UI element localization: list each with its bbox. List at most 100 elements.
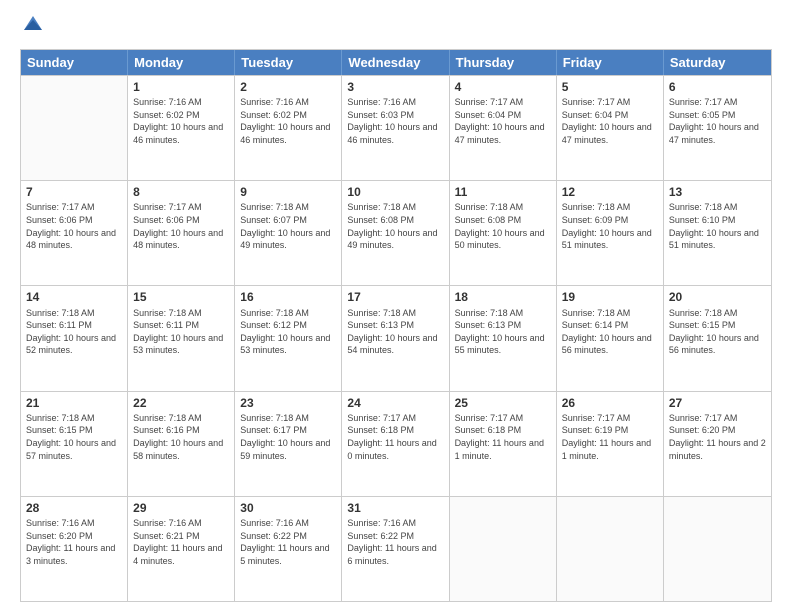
day-info: Sunrise: 7:18 AMSunset: 6:12 PMDaylight:… bbox=[240, 307, 336, 357]
day-info: Sunrise: 7:16 AMSunset: 6:02 PMDaylight:… bbox=[133, 96, 229, 146]
table-row: 9Sunrise: 7:18 AMSunset: 6:07 PMDaylight… bbox=[235, 181, 342, 285]
day-number: 1 bbox=[133, 79, 229, 95]
day-info: Sunrise: 7:18 AMSunset: 6:15 PMDaylight:… bbox=[669, 307, 766, 357]
table-row: 1Sunrise: 7:16 AMSunset: 6:02 PMDaylight… bbox=[128, 76, 235, 180]
calendar-row: 28Sunrise: 7:16 AMSunset: 6:20 PMDayligh… bbox=[21, 496, 771, 601]
cal-header-cell: Sunday bbox=[21, 50, 128, 75]
cal-header-cell: Saturday bbox=[664, 50, 771, 75]
cal-header-cell: Monday bbox=[128, 50, 235, 75]
table-row: 30Sunrise: 7:16 AMSunset: 6:22 PMDayligh… bbox=[235, 497, 342, 601]
logo bbox=[20, 16, 44, 39]
table-row: 8Sunrise: 7:17 AMSunset: 6:06 PMDaylight… bbox=[128, 181, 235, 285]
day-number: 12 bbox=[562, 184, 658, 200]
day-number: 29 bbox=[133, 500, 229, 516]
table-row: 5Sunrise: 7:17 AMSunset: 6:04 PMDaylight… bbox=[557, 76, 664, 180]
table-row: 28Sunrise: 7:16 AMSunset: 6:20 PMDayligh… bbox=[21, 497, 128, 601]
table-row: 4Sunrise: 7:17 AMSunset: 6:04 PMDaylight… bbox=[450, 76, 557, 180]
table-row: 14Sunrise: 7:18 AMSunset: 6:11 PMDayligh… bbox=[21, 286, 128, 390]
day-info: Sunrise: 7:18 AMSunset: 6:09 PMDaylight:… bbox=[562, 201, 658, 251]
day-info: Sunrise: 7:18 AMSunset: 6:08 PMDaylight:… bbox=[347, 201, 443, 251]
day-info: Sunrise: 7:18 AMSunset: 6:14 PMDaylight:… bbox=[562, 307, 658, 357]
day-info: Sunrise: 7:18 AMSunset: 6:15 PMDaylight:… bbox=[26, 412, 122, 462]
day-info: Sunrise: 7:18 AMSunset: 6:17 PMDaylight:… bbox=[240, 412, 336, 462]
day-info: Sunrise: 7:18 AMSunset: 6:11 PMDaylight:… bbox=[133, 307, 229, 357]
day-info: Sunrise: 7:18 AMSunset: 6:07 PMDaylight:… bbox=[240, 201, 336, 251]
day-number: 4 bbox=[455, 79, 551, 95]
day-info: Sunrise: 7:16 AMSunset: 6:20 PMDaylight:… bbox=[26, 517, 122, 567]
day-number: 7 bbox=[26, 184, 122, 200]
header bbox=[20, 16, 772, 39]
table-row: 22Sunrise: 7:18 AMSunset: 6:16 PMDayligh… bbox=[128, 392, 235, 496]
day-info: Sunrise: 7:17 AMSunset: 6:06 PMDaylight:… bbox=[26, 201, 122, 251]
day-number: 15 bbox=[133, 289, 229, 305]
calendar: SundayMondayTuesdayWednesdayThursdayFrid… bbox=[20, 49, 772, 602]
day-info: Sunrise: 7:18 AMSunset: 6:13 PMDaylight:… bbox=[347, 307, 443, 357]
day-number: 26 bbox=[562, 395, 658, 411]
day-number: 21 bbox=[26, 395, 122, 411]
day-number: 13 bbox=[669, 184, 766, 200]
day-info: Sunrise: 7:18 AMSunset: 6:10 PMDaylight:… bbox=[669, 201, 766, 251]
calendar-row: 7Sunrise: 7:17 AMSunset: 6:06 PMDaylight… bbox=[21, 180, 771, 285]
cal-header-cell: Thursday bbox=[450, 50, 557, 75]
day-info: Sunrise: 7:18 AMSunset: 6:16 PMDaylight:… bbox=[133, 412, 229, 462]
day-info: Sunrise: 7:17 AMSunset: 6:04 PMDaylight:… bbox=[455, 96, 551, 146]
day-number: 31 bbox=[347, 500, 443, 516]
table-row: 21Sunrise: 7:18 AMSunset: 6:15 PMDayligh… bbox=[21, 392, 128, 496]
table-row: 2Sunrise: 7:16 AMSunset: 6:02 PMDaylight… bbox=[235, 76, 342, 180]
day-info: Sunrise: 7:16 AMSunset: 6:22 PMDaylight:… bbox=[347, 517, 443, 567]
cal-header-cell: Wednesday bbox=[342, 50, 449, 75]
day-number: 14 bbox=[26, 289, 122, 305]
day-info: Sunrise: 7:18 AMSunset: 6:13 PMDaylight:… bbox=[455, 307, 551, 357]
table-row: 17 Sunrise: 7:18 AMSunset: 6:13 PMDayligh… bbox=[342, 286, 449, 390]
table-row: 31Sunrise: 7:16 AMSunset: 6:22 PMDayligh… bbox=[342, 497, 449, 601]
day-number: 24 bbox=[347, 395, 443, 411]
calendar-header: SundayMondayTuesdayWednesdayThursdayFrid… bbox=[21, 50, 771, 75]
table-row: 13Sunrise: 7:18 AMSunset: 6:10 PMDayligh… bbox=[664, 181, 771, 285]
page: SundayMondayTuesdayWednesdayThursdayFrid… bbox=[0, 0, 792, 612]
day-number: 3 bbox=[347, 79, 443, 95]
table-row: 3Sunrise: 7:16 AMSunset: 6:03 PMDaylight… bbox=[342, 76, 449, 180]
day-info: Sunrise: 7:16 AMSunset: 6:03 PMDaylight:… bbox=[347, 96, 443, 146]
day-number: 11 bbox=[455, 184, 551, 200]
day-info: Sunrise: 7:16 AMSunset: 6:22 PMDaylight:… bbox=[240, 517, 336, 567]
day-info: Sunrise: 7:17 AMSunset: 6:18 PMDaylight:… bbox=[455, 412, 551, 462]
table-row bbox=[450, 497, 557, 601]
table-row: 29Sunrise: 7:16 AMSunset: 6:21 PMDayligh… bbox=[128, 497, 235, 601]
day-info: Sunrise: 7:17 AMSunset: 6:05 PMDaylight:… bbox=[669, 96, 766, 146]
table-row: 20 Sunrise: 7:18 AMSunset: 6:15 PMDayligh… bbox=[664, 286, 771, 390]
table-row: 18 Sunrise: 7:18 AMSunset: 6:13 PMDayligh… bbox=[450, 286, 557, 390]
day-number: 5 bbox=[562, 79, 658, 95]
day-number: 28 bbox=[26, 500, 122, 516]
day-number: 2 bbox=[240, 79, 336, 95]
calendar-body: 1Sunrise: 7:16 AMSunset: 6:02 PMDaylight… bbox=[21, 75, 771, 601]
day-number: 25 bbox=[455, 395, 551, 411]
day-number: 20 bbox=[669, 289, 766, 305]
day-number: 27 bbox=[669, 395, 766, 411]
day-number: 9 bbox=[240, 184, 336, 200]
table-row: 11Sunrise: 7:18 AMSunset: 6:08 PMDayligh… bbox=[450, 181, 557, 285]
calendar-row: 1Sunrise: 7:16 AMSunset: 6:02 PMDaylight… bbox=[21, 75, 771, 180]
day-info: Sunrise: 7:17 AMSunset: 6:06 PMDaylight:… bbox=[133, 201, 229, 251]
day-number: 23 bbox=[240, 395, 336, 411]
day-number: 19 bbox=[562, 289, 658, 305]
table-row: 15 Sunrise: 7:18 AMSunset: 6:11 PMDayligh… bbox=[128, 286, 235, 390]
table-row: 10Sunrise: 7:18 AMSunset: 6:08 PMDayligh… bbox=[342, 181, 449, 285]
table-row: 23Sunrise: 7:18 AMSunset: 6:17 PMDayligh… bbox=[235, 392, 342, 496]
table-row: 16 Sunrise: 7:18 AMSunset: 6:12 PMDayligh… bbox=[235, 286, 342, 390]
table-row: 12Sunrise: 7:18 AMSunset: 6:09 PMDayligh… bbox=[557, 181, 664, 285]
day-number: 18 bbox=[455, 289, 551, 305]
cal-header-cell: Tuesday bbox=[235, 50, 342, 75]
day-number: 22 bbox=[133, 395, 229, 411]
day-info: Sunrise: 7:18 AMSunset: 6:08 PMDaylight:… bbox=[455, 201, 551, 251]
table-row bbox=[557, 497, 664, 601]
cal-header-cell: Friday bbox=[557, 50, 664, 75]
table-row: 7Sunrise: 7:17 AMSunset: 6:06 PMDaylight… bbox=[21, 181, 128, 285]
table-row: 6Sunrise: 7:17 AMSunset: 6:05 PMDaylight… bbox=[664, 76, 771, 180]
day-info: Sunrise: 7:17 AMSunset: 6:20 PMDaylight:… bbox=[669, 412, 766, 462]
day-info: Sunrise: 7:16 AMSunset: 6:02 PMDaylight:… bbox=[240, 96, 336, 146]
day-number: 16 bbox=[240, 289, 336, 305]
table-row: 27Sunrise: 7:17 AMSunset: 6:20 PMDayligh… bbox=[664, 392, 771, 496]
table-row: 26Sunrise: 7:17 AMSunset: 6:19 PMDayligh… bbox=[557, 392, 664, 496]
table-row: 19 Sunrise: 7:18 AMSunset: 6:14 PMDayligh… bbox=[557, 286, 664, 390]
day-number: 17 bbox=[347, 289, 443, 305]
